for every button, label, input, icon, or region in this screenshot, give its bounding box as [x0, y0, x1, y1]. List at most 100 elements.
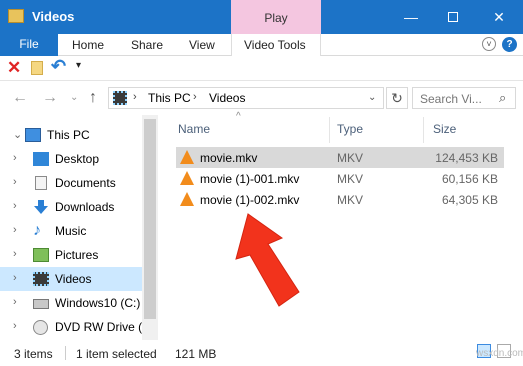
nav-item-label: This PC [47, 128, 90, 142]
play-context-label[interactable]: Play [231, 11, 321, 25]
expand-caret-icon[interactable]: › [13, 320, 17, 332]
nav-item-label: Windows10 (C:) [55, 296, 141, 310]
breadcrumb-this-pc[interactable]: This PC [148, 91, 191, 105]
expand-caret-icon[interactable]: › [13, 176, 17, 188]
nav-item-dvd-drive[interactable]: › DVD RW Drive (D [0, 315, 151, 339]
search-input[interactable]: Search Vi... ⌕ [412, 87, 516, 109]
help-icon[interactable]: ? [502, 37, 517, 52]
column-header-size[interactable]: Size [433, 122, 456, 150]
computer-icon [25, 128, 41, 142]
minimize-button[interactable]: — [400, 6, 422, 28]
item-count: 3 items [14, 347, 53, 361]
file-row[interactable]: movie.mkv MKV 124,453 KB [176, 147, 504, 168]
file-name: movie.mkv [200, 151, 258, 165]
file-size: 64,305 KB [441, 193, 498, 207]
maximize-button[interactable] [442, 6, 464, 28]
nav-item-label: Desktop [55, 152, 100, 166]
file-type: MKV [337, 193, 364, 207]
expand-caret-icon[interactable]: › [13, 200, 17, 212]
tab-video-tools[interactable]: Video Tools [244, 38, 306, 52]
tab-view[interactable]: View [189, 38, 215, 52]
file-type: MKV [337, 172, 364, 186]
nav-item-label: Videos [55, 272, 92, 286]
nav-item-this-pc[interactable]: ⌄ This PC [0, 123, 142, 147]
nav-item-downloads[interactable]: › Downloads [0, 195, 142, 219]
downloads-icon [33, 200, 49, 214]
up-arrow-icon[interactable]: ↑ [89, 89, 97, 107]
watermark-text: wsxdn.com [476, 348, 523, 359]
forward-arrow-icon[interactable]: → [42, 89, 58, 107]
collapse-caret-icon[interactable]: ⌄ [13, 128, 22, 141]
scrollbar-thumb[interactable] [144, 119, 156, 319]
videos-icon [33, 272, 49, 286]
expand-caret-icon[interactable]: › [13, 224, 17, 236]
file-type: MKV [337, 151, 364, 165]
nav-item-pictures[interactable]: › Pictures [0, 243, 142, 267]
nav-item-videos[interactable]: › Videos [0, 267, 142, 291]
maximize-icon [448, 12, 458, 22]
nav-item-label: Music [55, 224, 87, 238]
file-name: movie (1)-001.mkv [200, 172, 300, 186]
status-bar: 3 items 1 item selected 121 MB wsxdn.com [0, 340, 523, 366]
column-header-type[interactable]: Type [337, 122, 363, 150]
expand-caret-icon[interactable]: › [13, 152, 17, 164]
column-divider[interactable] [423, 117, 424, 143]
pictures-icon [33, 248, 49, 262]
back-arrow-icon[interactable]: ← [12, 89, 28, 107]
sort-ascending-icon: ^ [236, 111, 241, 122]
tab-share[interactable]: Share [131, 38, 163, 52]
nav-item-label: DVD RW Drive (D [55, 320, 151, 334]
nav-item-label: Downloads [55, 200, 115, 214]
vlc-icon [180, 150, 194, 164]
window-title: Videos [32, 9, 75, 24]
ribbon-tabs: File Home Share View Video Tools ˅ ? [0, 34, 523, 56]
column-name-label: Name [178, 122, 211, 136]
nav-item-label: Documents [55, 176, 116, 190]
delete-icon[interactable]: ✕ [7, 58, 21, 78]
selection-count: 1 item selected [76, 347, 157, 361]
file-row[interactable]: movie (1)-001.mkv MKV 60,156 KB [176, 168, 504, 189]
file-row[interactable]: movie (1)-002.mkv MKV 64,305 KB [176, 189, 504, 210]
desktop-icon [33, 152, 49, 166]
tab-file[interactable]: File [0, 34, 58, 56]
folder-icon [8, 9, 24, 23]
close-button[interactable]: ✕ [488, 6, 510, 28]
breadcrumb-separator-icon[interactable]: › [133, 91, 137, 103]
tab-home[interactable]: Home [72, 38, 104, 52]
address-bar[interactable]: › This PC › Videos ⌄ [108, 87, 384, 109]
file-name: movie (1)-002.mkv [200, 193, 300, 207]
vlc-icon [180, 192, 194, 206]
quick-access-toolbar: ✕ ↶ ▾ [0, 56, 523, 81]
file-size: 60,156 KB [441, 172, 498, 186]
file-list: Name ^ Type Size movie.mkv MKV 124,453 K… [166, 111, 516, 340]
expand-ribbon-icon[interactable]: ˅ [482, 37, 496, 51]
breadcrumb-separator-icon[interactable]: › [193, 91, 197, 103]
expand-caret-icon[interactable]: › [13, 248, 17, 260]
nav-item-documents[interactable]: › Documents [0, 171, 142, 195]
expand-caret-icon[interactable]: › [13, 296, 17, 308]
documents-icon [35, 176, 47, 190]
selection-size: 121 MB [175, 347, 217, 361]
status-divider [65, 346, 66, 360]
file-size: 124,453 KB [435, 151, 498, 165]
recent-locations-icon[interactable]: ⌄ [70, 92, 78, 103]
dvd-icon [33, 320, 48, 335]
nav-item-desktop[interactable]: › Desktop [0, 147, 142, 171]
expand-caret-icon[interactable]: › [13, 272, 17, 284]
nav-item-label: Pictures [55, 248, 99, 262]
column-header-name[interactable]: Name [178, 122, 210, 150]
customize-dropdown-icon[interactable]: ▾ [76, 60, 81, 71]
breadcrumb-videos[interactable]: Videos [209, 91, 245, 105]
new-folder-icon[interactable] [31, 61, 43, 75]
column-divider[interactable] [329, 117, 330, 143]
navigation-pane: ⌄ This PC › Desktop › Documents › Downlo… [0, 115, 160, 340]
navigation-bar: ← → ⌄ ↑ › This PC › Videos ⌄ ↻ Search Vi… [0, 81, 523, 115]
search-icon: ⌕ [499, 90, 507, 105]
nav-item-windows10-c[interactable]: › Windows10 (C:) [0, 291, 142, 315]
music-icon: ♪ [33, 222, 41, 239]
nav-item-music[interactable]: › ♪ Music [0, 219, 142, 243]
undo-icon[interactable]: ↶ [51, 56, 66, 77]
refresh-icon[interactable]: ↻ [386, 87, 408, 109]
address-dropdown-icon[interactable]: ⌄ [368, 92, 376, 103]
nav-pane-scrollbar[interactable] [142, 115, 158, 340]
